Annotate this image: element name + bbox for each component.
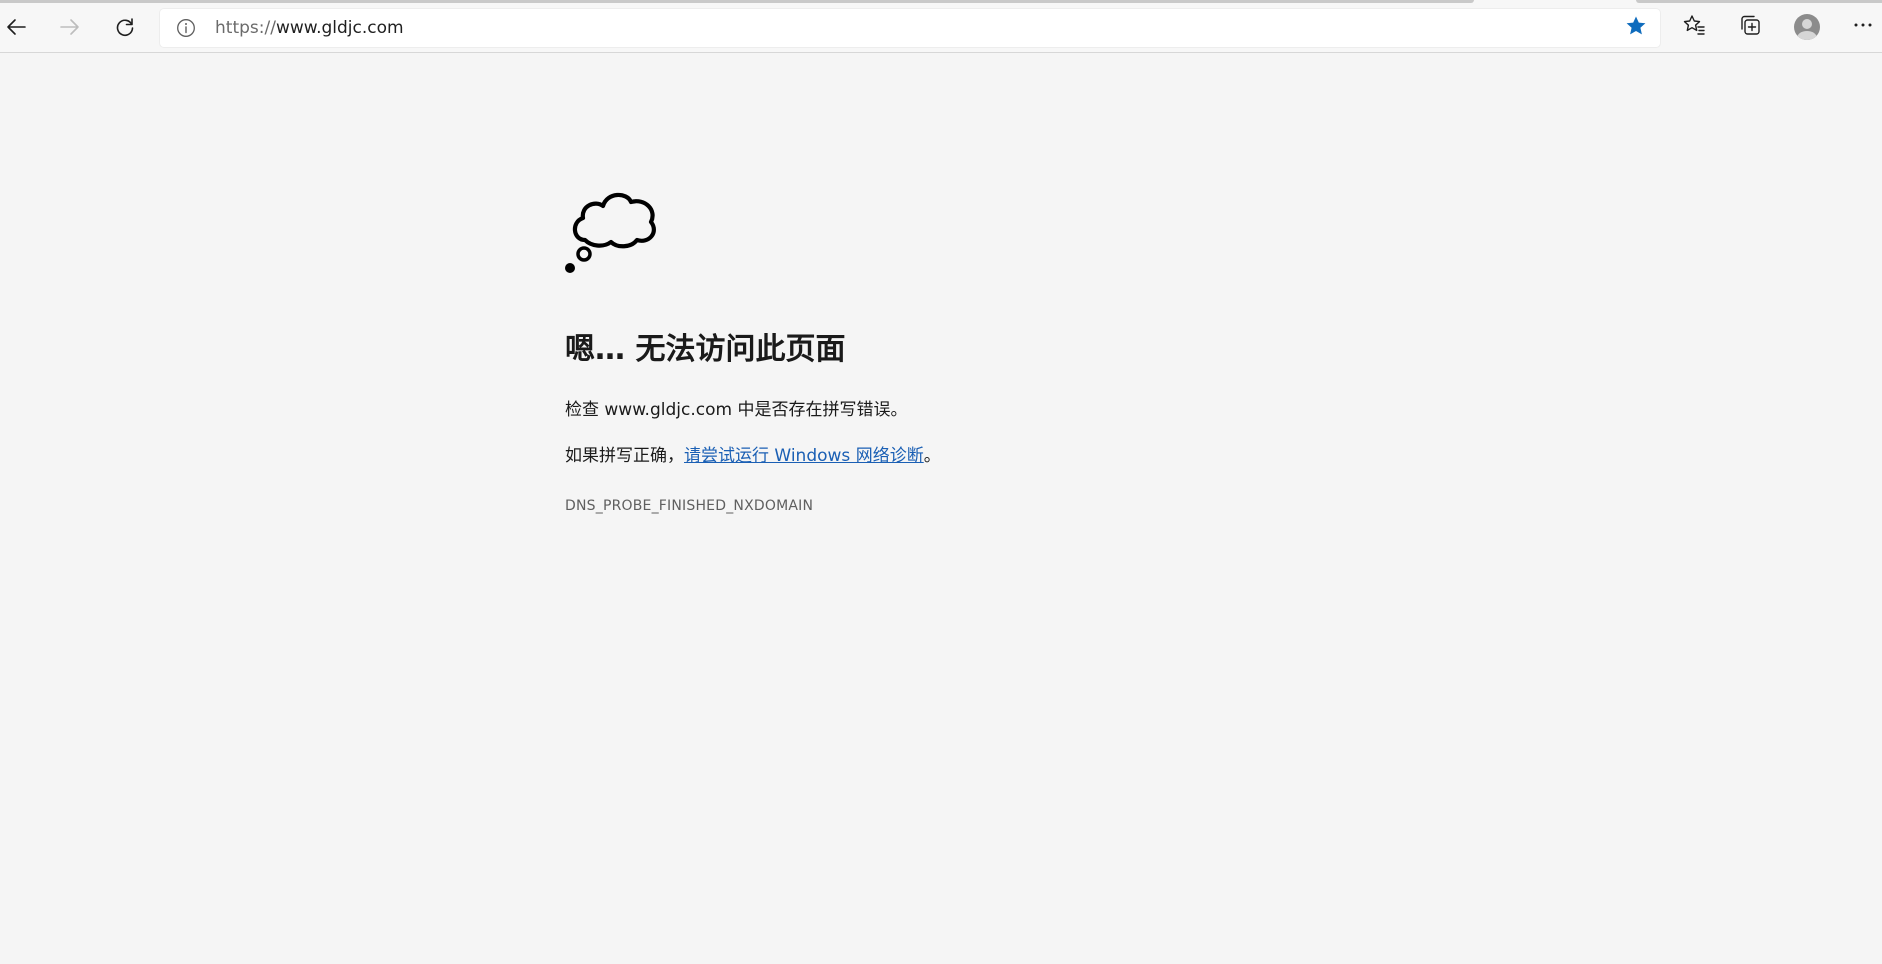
thought-cloud-icon	[565, 180, 665, 280]
avatar-head	[1802, 19, 1812, 29]
ellipsis-icon	[1852, 14, 1874, 40]
tabstrip-edge-left	[0, 0, 1474, 3]
spelled-prefix: 如果拼写正确，	[565, 446, 684, 466]
error-code: DNS_PROBE_FINISHED_NXDOMAIN	[565, 498, 814, 514]
browser-toolbar: https://www.gldjc.com	[0, 0, 1882, 53]
arrow-left-icon	[5, 16, 27, 38]
spelling-check-message: 检查 www.gldjc.com 中是否存在拼写错误。	[565, 398, 1365, 422]
error-content: 嗯… 无法访问此页面 检查 www.gldjc.com 中是否存在拼写错误。 如…	[565, 180, 1365, 516]
favorites-icon	[1682, 13, 1706, 41]
settings-menu-button[interactable]	[1847, 11, 1879, 43]
check-suffix: 中是否存在拼写错误。	[732, 400, 908, 420]
avatar-icon	[1794, 14, 1820, 40]
diagnostics-message: 如果拼写正确，请尝试运行 Windows 网络诊断。	[565, 444, 1365, 468]
refresh-button[interactable]	[109, 11, 141, 43]
arrow-right-icon	[59, 16, 81, 38]
check-prefix: 检查	[565, 400, 605, 420]
collections-icon	[1738, 13, 1762, 41]
collections-button[interactable]	[1734, 11, 1766, 43]
url-host: www.gldjc.com	[275, 18, 404, 38]
network-diagnostics-link[interactable]: 请尝试运行 Windows 网络诊断	[684, 446, 924, 466]
info-icon[interactable]	[176, 18, 196, 38]
error-title: 嗯… 无法访问此页面	[565, 332, 846, 367]
check-host: www.gldjc.com	[604, 400, 733, 420]
avatar-body	[1797, 31, 1817, 40]
url-scheme: https://	[215, 18, 276, 38]
star-filled-icon	[1624, 14, 1648, 42]
favorites-button[interactable]	[1678, 11, 1710, 43]
url-text[interactable]: https://www.gldjc.com	[215, 17, 404, 39]
back-button[interactable]	[0, 11, 32, 43]
forward-button[interactable]	[54, 11, 86, 43]
tabstrip-edge	[0, 0, 1882, 4]
refresh-icon	[114, 16, 136, 38]
tabstrip-edge-right	[1636, 0, 1882, 3]
spelled-suffix: 。	[923, 446, 941, 466]
profile-button[interactable]	[1791, 11, 1823, 43]
address-bar[interactable]: https://www.gldjc.com	[160, 9, 1660, 47]
favorite-button[interactable]	[1622, 14, 1650, 42]
